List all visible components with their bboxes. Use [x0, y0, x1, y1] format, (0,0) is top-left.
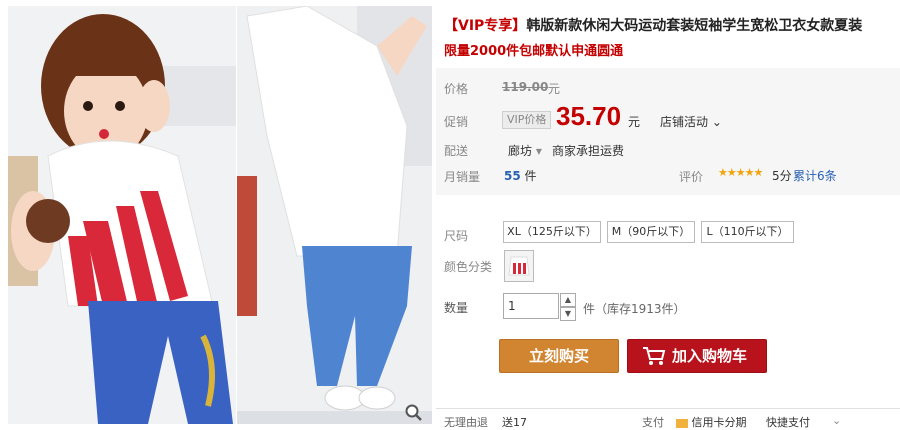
- product-subtitle: 限量2000件包邮默认申通圆通: [444, 44, 624, 59]
- cart-icon: [643, 347, 666, 365]
- product-info-panel: 【VIP专享】韩版新款休闲大码运动套装短袖学生宽松卫衣女款夏装 限量2000件包…: [436, 0, 900, 430]
- product-title: 【VIP专享】韩版新款休闲大码运动套装短袖学生宽松卫衣女款夏装: [444, 16, 894, 36]
- monthly-sales-unit: 件: [524, 169, 537, 183]
- quantity-label: 数量: [444, 301, 469, 315]
- title-text: 韩版新款休闲大码运动套装短袖学生宽松卫衣女款夏装: [526, 18, 863, 34]
- shop-activity-label: 店铺活动: [660, 115, 709, 129]
- footer-installment-label: 信用卡分期: [691, 416, 747, 429]
- footer-quick-pay[interactable]: 快捷支付: [766, 414, 810, 430]
- divider: [436, 408, 900, 409]
- chevron-down-icon[interactable]: ⌄: [832, 414, 841, 427]
- stock-info: 件（库存1913件）: [583, 302, 686, 316]
- size-option-m[interactable]: M（90斤以下）: [607, 221, 695, 243]
- product-gallery: [0, 0, 436, 427]
- quantity-decrease-button[interactable]: ▼: [560, 307, 576, 321]
- footer-payment-label: 支付: [642, 416, 664, 429]
- caret-down-icon: ▾: [535, 144, 542, 158]
- size-option-l[interactable]: L（110斤以下）: [701, 221, 794, 243]
- promo-price: 35.70: [556, 101, 622, 131]
- size-option-xl[interactable]: XL（125斤以下）: [503, 221, 601, 243]
- quantity-input[interactable]: 1: [503, 293, 559, 319]
- shop-activity-dropdown[interactable]: 店铺活动 ⌄: [660, 113, 722, 130]
- chevron-down-icon: ▼: [564, 309, 572, 318]
- chevron-up-icon: ▲: [564, 295, 572, 304]
- shipping-location-dropdown[interactable]: 廊坊 ▾: [508, 142, 542, 159]
- product-main-image[interactable]: [8, 6, 236, 424]
- size-label: 尺码: [444, 229, 469, 243]
- monthly-sales-label: 月销量: [444, 170, 481, 184]
- add-to-cart-label: 加入购物车: [672, 347, 748, 365]
- chevron-down-icon: ⌄: [711, 115, 722, 129]
- color-swatch[interactable]: [504, 250, 534, 282]
- quantity-increase-button[interactable]: ▲: [560, 293, 576, 307]
- promo-label: 促销: [444, 115, 469, 129]
- footer-installment[interactable]: 信用卡分期: [676, 414, 747, 430]
- original-price-currency: 元: [548, 82, 561, 96]
- vip-prefix: 【VIP专享】: [444, 18, 527, 34]
- product-back-image[interactable]: [237, 6, 432, 424]
- buy-now-button[interactable]: 立刻购买: [499, 339, 619, 373]
- add-to-cart-button[interactable]: 加入购物车: [627, 339, 767, 373]
- shipping-location: 廊坊: [508, 144, 533, 158]
- rating-stars-icon: ★★★★★: [718, 166, 763, 179]
- shipping-note: 商家承担运费: [552, 144, 625, 158]
- shipping-label: 配送: [444, 144, 469, 158]
- color-label: 颜色分类: [444, 260, 493, 274]
- zoom-icon[interactable]: [404, 403, 424, 423]
- original-price: 119.00: [502, 80, 549, 94]
- footer-return-policy: 无理由退: [444, 416, 488, 429]
- credit-card-icon: [676, 418, 688, 428]
- monthly-sales-count: 55: [504, 169, 521, 183]
- rating-score: 5分: [772, 169, 792, 183]
- rating-total-link[interactable]: 累计6条: [793, 167, 837, 184]
- promo-currency: 元: [628, 115, 641, 129]
- vip-price-tag: VIP价格: [502, 111, 552, 129]
- price-label: 价格: [444, 82, 469, 96]
- footer-points: 送17: [502, 416, 527, 429]
- rating-label: 评价: [679, 170, 704, 184]
